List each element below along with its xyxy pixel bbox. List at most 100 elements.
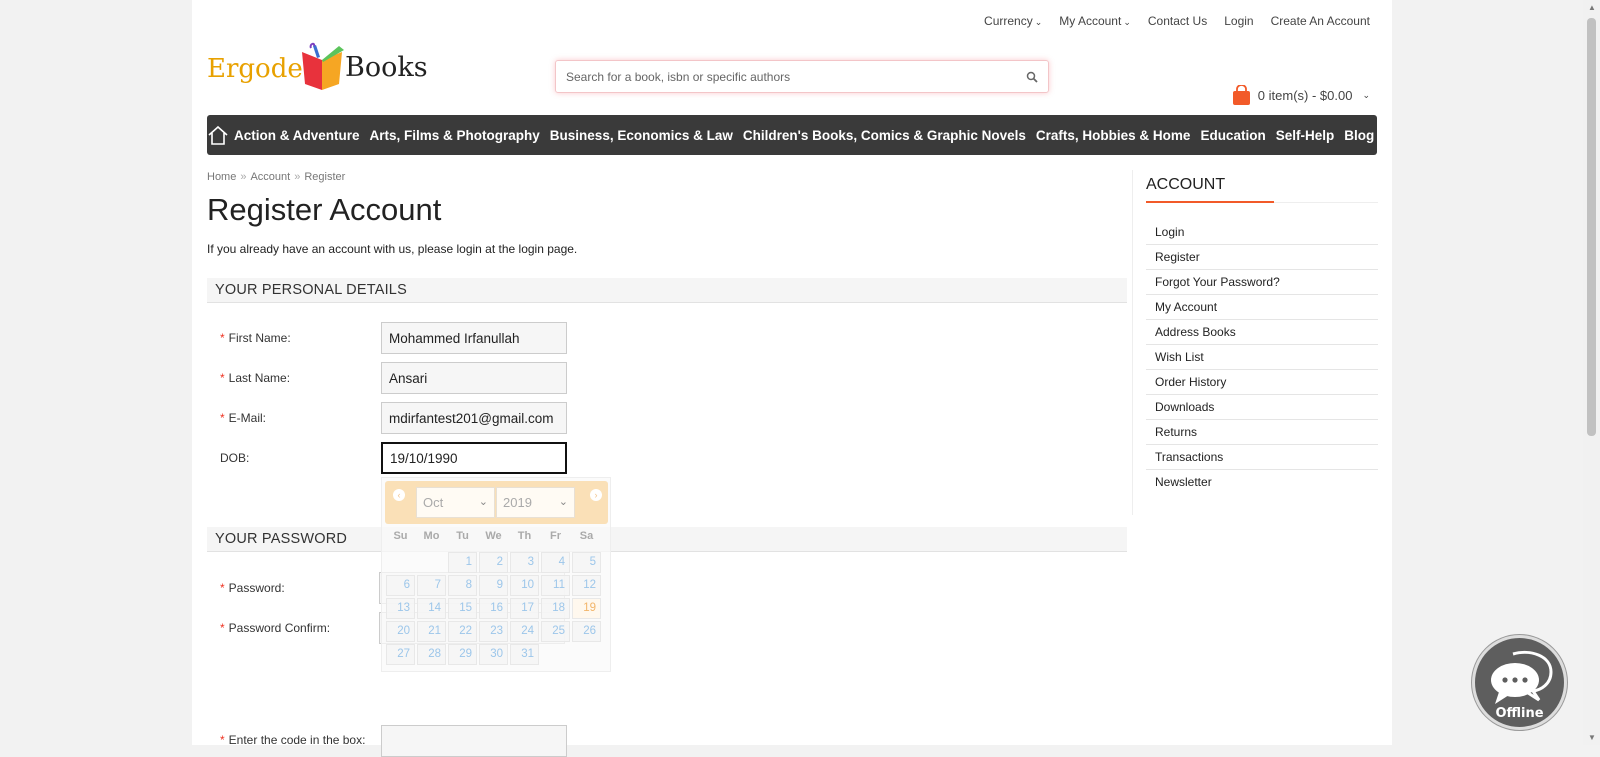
calendar-day[interactable]: 10 — [510, 575, 539, 596]
breadcrumb-account[interactable]: Account — [250, 171, 290, 183]
first-name-field[interactable] — [381, 322, 567, 354]
password-heading: YOUR PASSWORD — [207, 527, 1127, 552]
nav-item-education[interactable]: Education — [1195, 128, 1270, 143]
calendar-day[interactable]: 21 — [417, 621, 446, 642]
sidebar-item-newsletter[interactable]: Newsletter — [1146, 470, 1378, 495]
required-marker: * — [220, 411, 225, 425]
calendar-day[interactable]: 15 — [448, 598, 477, 619]
calendar-day[interactable]: 25 — [541, 621, 570, 642]
sidebar-item-forgot-your-password[interactable]: Forgot Your Password? — [1146, 270, 1378, 295]
calendar-day[interactable]: 16 — [479, 598, 508, 619]
logo-text-ergode: Ergode — [207, 54, 303, 84]
captcha-field[interactable] — [381, 725, 567, 757]
sidebar-item-transactions[interactable]: Transactions — [1146, 445, 1378, 470]
year-select[interactable]: 2019⌄ — [496, 487, 575, 518]
nav-item-crafts[interactable]: Crafts, Hobbies & Home — [1031, 128, 1196, 143]
last-name-label-text: Last Name: — [229, 371, 290, 385]
calendar-day[interactable]: 30 — [479, 644, 508, 665]
calendar-day[interactable]: 13 — [386, 598, 415, 619]
calendar-day[interactable]: 24 — [510, 621, 539, 642]
nav-item-action-adventure[interactable]: Action & Adventure — [229, 128, 365, 143]
calendar-day[interactable]: 26 — [572, 621, 601, 642]
prev-month-icon[interactable]: ‹ — [393, 489, 405, 501]
search-icon[interactable] — [1026, 71, 1038, 83]
breadcrumb-home[interactable]: Home — [207, 171, 236, 183]
calendar-day[interactable]: 29 — [448, 644, 477, 665]
calendar-day[interactable]: 19 — [572, 598, 601, 619]
sidebar-item-order-history[interactable]: Order History — [1146, 370, 1378, 395]
calendar-day[interactable]: 7 — [417, 575, 446, 596]
calendar-day[interactable]: 18 — [541, 598, 570, 619]
password-label-text: Password: — [229, 581, 285, 595]
login-link[interactable]: Login — [1224, 14, 1253, 28]
breadcrumb: Home » Account » Register — [207, 171, 345, 183]
calendar-day[interactable]: 4 — [541, 552, 570, 573]
last-name-field[interactable] — [381, 362, 567, 394]
weekday-label: Th — [509, 530, 540, 542]
chat-status: Offline — [1475, 706, 1564, 721]
calendar-day[interactable]: 22 — [448, 621, 477, 642]
calendar-day[interactable]: 17 — [510, 598, 539, 619]
required-marker: * — [220, 331, 225, 345]
calendar-day[interactable]: 27 — [386, 644, 415, 665]
home-icon[interactable] — [207, 125, 229, 145]
breadcrumb-separator: » — [240, 171, 246, 183]
sidebar-item-wish-list[interactable]: Wish List — [1146, 345, 1378, 370]
calendar-day[interactable]: 3 — [510, 552, 539, 573]
calendar-day[interactable]: 9 — [479, 575, 508, 596]
page-title: Register Account — [207, 192, 441, 228]
calendar-day[interactable]: 23 — [479, 621, 508, 642]
datepicker-header: ‹ Oct⌄ 2019⌄ › — [385, 481, 608, 524]
scroll-up-icon[interactable]: ▲ — [1588, 3, 1596, 12]
sidebar-item-login[interactable]: Login — [1146, 220, 1378, 245]
calendar-day[interactable]: 5 — [572, 552, 601, 573]
sidebar-item-returns[interactable]: Returns — [1146, 420, 1378, 445]
main-nav: Action & Adventure Arts, Films & Photogr… — [207, 115, 1377, 155]
my-account-menu[interactable]: My Account⌄ — [1059, 14, 1131, 28]
last-name-label: *Last Name: — [220, 371, 290, 385]
email-field[interactable] — [381, 402, 567, 434]
calendar-day[interactable]: 31 — [510, 644, 539, 665]
calendar-day[interactable]: 14 — [417, 598, 446, 619]
chevron-down-icon: ⌄ — [559, 495, 568, 508]
calendar-day[interactable]: 2 — [479, 552, 508, 573]
scrollbar-thumb[interactable] — [1587, 18, 1596, 436]
search-input[interactable] — [566, 70, 1026, 84]
logo[interactable]: Ergode Books — [207, 42, 437, 92]
sidebar-item-my-account[interactable]: My Account — [1146, 295, 1378, 320]
contact-us-link[interactable]: Contact Us — [1148, 14, 1207, 28]
currency-menu[interactable]: Currency⌄ — [984, 14, 1042, 28]
page-scrollbar[interactable]: ▲ ▼ — [1583, 0, 1600, 745]
breadcrumb-separator: » — [294, 171, 300, 183]
weekday-header: SuMoTuWeThFrSa — [385, 530, 602, 542]
breadcrumb-register[interactable]: Register — [304, 171, 345, 183]
first-name-label-text: First Name: — [229, 331, 291, 345]
sidebar-item-register[interactable]: Register — [1146, 245, 1378, 270]
calendar-day[interactable]: 12 — [572, 575, 601, 596]
password-confirm-label: *Password Confirm: — [220, 621, 330, 635]
sidebar-item-downloads[interactable]: Downloads — [1146, 395, 1378, 420]
calendar-day[interactable]: 8 — [448, 575, 477, 596]
nav-item-childrens[interactable]: Children's Books, Comics & Graphic Novel… — [738, 128, 1031, 143]
calendar-day[interactable]: 6 — [386, 575, 415, 596]
nav-item-blog[interactable]: Blog — [1339, 128, 1379, 143]
weekday-label: Sa — [571, 530, 602, 542]
calendar-day[interactable]: 11 — [541, 575, 570, 596]
chevron-down-icon: ⌄ — [1035, 17, 1043, 27]
cart-summary[interactable]: 0 item(s) - $0.00 ⌄ — [1233, 85, 1370, 105]
nav-item-business[interactable]: Business, Economics & Law — [545, 128, 738, 143]
sidebar-item-address-books[interactable]: Address Books — [1146, 320, 1378, 345]
scroll-down-icon[interactable]: ▼ — [1588, 733, 1596, 742]
create-account-link[interactable]: Create An Account — [1271, 14, 1370, 28]
calendar-day[interactable]: 28 — [417, 644, 446, 665]
password-label: *Password: — [220, 581, 285, 595]
nav-item-arts-films[interactable]: Arts, Films & Photography — [365, 128, 545, 143]
dob-label: DOB: — [220, 451, 249, 465]
calendar-day[interactable]: 20 — [386, 621, 415, 642]
nav-item-self-help[interactable]: Self-Help — [1271, 128, 1340, 143]
chat-widget[interactable]: Offline — [1472, 635, 1567, 730]
next-month-icon[interactable]: › — [590, 489, 602, 501]
dob-field[interactable] — [381, 442, 567, 474]
calendar-day[interactable]: 1 — [448, 552, 477, 573]
month-select[interactable]: Oct⌄ — [416, 487, 495, 518]
